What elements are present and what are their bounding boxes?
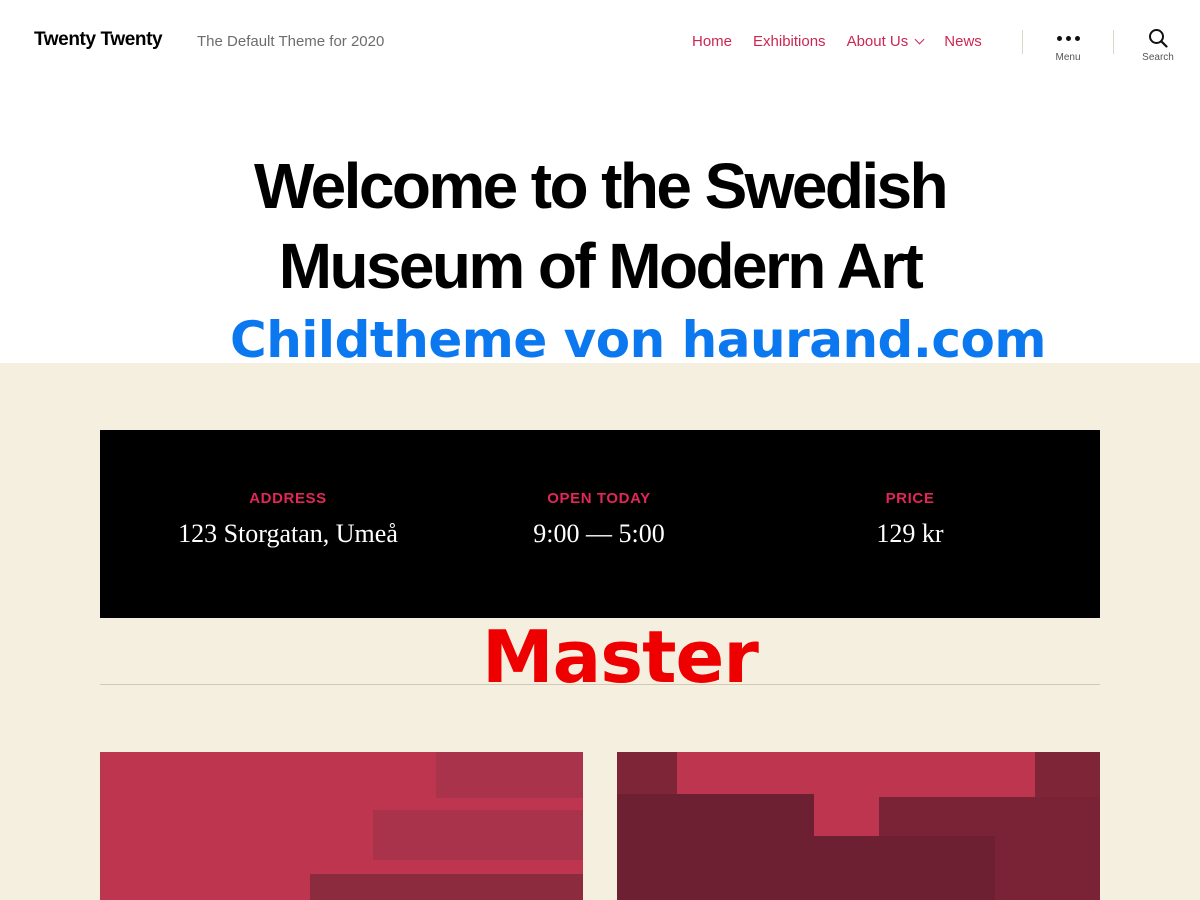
menu-toggle[interactable]: Menu	[1038, 28, 1098, 63]
header-divider	[1022, 30, 1023, 54]
page-title-line: Welcome to the Swedish	[254, 150, 949, 222]
nav-item-label: Exhibitions	[753, 33, 826, 50]
master-overlay-text: Master	[482, 615, 759, 699]
ellipsis-icon	[1038, 28, 1098, 48]
search-label: Search	[1142, 52, 1174, 63]
nav-item-home[interactable]: Home	[692, 33, 732, 50]
site-header: Twenty Twenty The Default Theme for 2020…	[0, 0, 1200, 84]
info-box: ADDRESS 123 Storgatan, Umeå OPEN TODAY 9…	[100, 430, 1100, 618]
nav-item-about-us[interactable]: About Us	[846, 33, 925, 50]
nav-item-label: News	[944, 33, 982, 50]
header-divider	[1113, 30, 1114, 54]
info-address: ADDRESS 123 Storgatan, Umeå	[138, 490, 438, 549]
artwork-thumbnail[interactable]	[617, 752, 1100, 900]
info-label: OPEN TODAY	[547, 490, 651, 507]
info-label: PRICE	[885, 490, 935, 507]
info-value: 123 Storgatan, Umeå	[178, 519, 398, 548]
search-icon	[1149, 29, 1168, 48]
nav-item-label: Home	[692, 33, 733, 50]
info-value: 129 kr	[876, 519, 944, 548]
search-toggle[interactable]: Search	[1128, 28, 1188, 63]
info-price: PRICE 129 kr	[760, 490, 1060, 549]
art-block	[436, 752, 583, 798]
primary-nav: Home Exhibitions About Us News	[692, 33, 982, 50]
artwork-thumbnail[interactable]	[100, 752, 583, 900]
info-value: 9:00 — 5:00	[533, 519, 665, 548]
nav-item-news[interactable]: News	[944, 33, 982, 50]
nav-item-exhibitions[interactable]: Exhibitions	[753, 33, 826, 50]
art-block	[713, 836, 995, 900]
art-block	[310, 874, 583, 900]
chevron-down-icon	[914, 34, 925, 45]
nav-item-label: About Us	[846, 33, 909, 50]
menu-label: Menu	[1055, 52, 1081, 63]
page-title: Welcome to the Swedish Museum of Modern …	[0, 146, 1200, 306]
childtheme-overlay-text: Childtheme von haurand.com	[230, 311, 1046, 369]
info-label: ADDRESS	[249, 490, 327, 507]
info-open-today: OPEN TODAY 9:00 — 5:00	[449, 490, 749, 549]
art-block	[373, 810, 583, 860]
page-title-line: Museum of Modern Art	[278, 230, 924, 302]
site-description: The Default Theme for 2020	[197, 33, 385, 50]
site-title[interactable]: Twenty Twenty	[34, 29, 163, 51]
